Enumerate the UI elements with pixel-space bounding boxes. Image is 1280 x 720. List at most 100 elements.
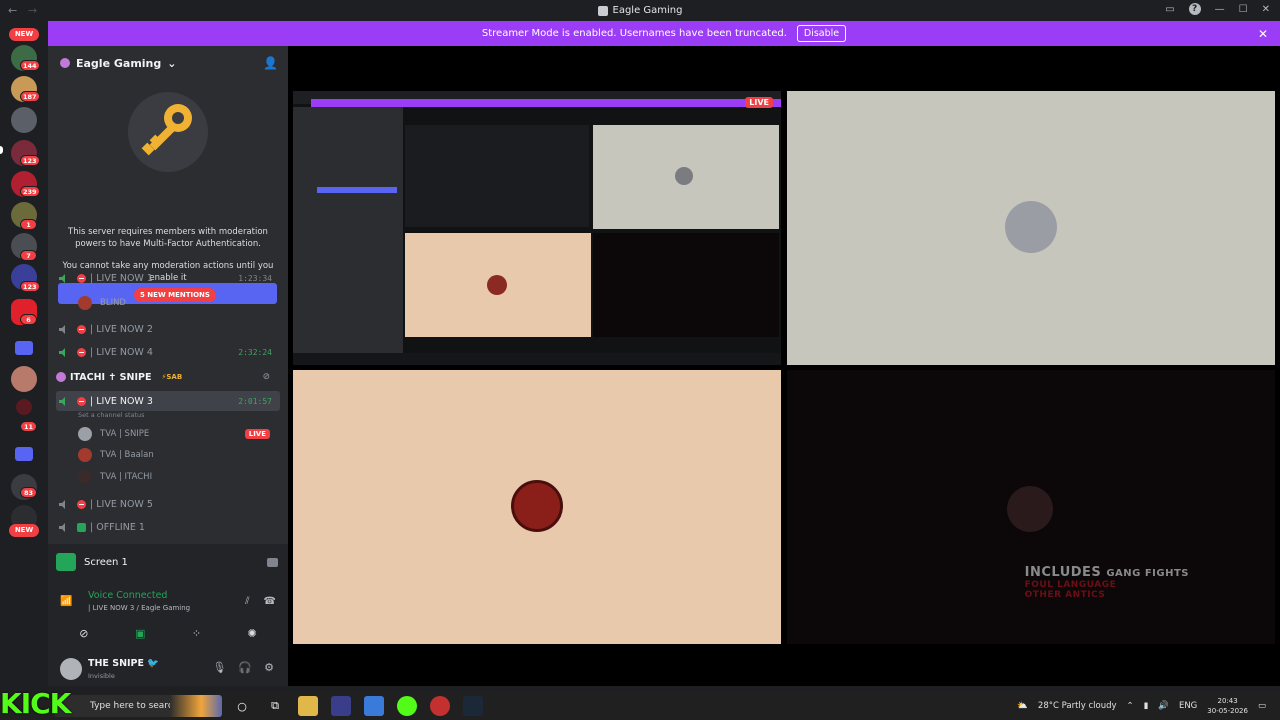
stop-share-icon[interactable] — [267, 557, 278, 567]
channel-status[interactable]: Set a channel status — [78, 411, 145, 419]
chevron-down-icon: ⌄ — [167, 56, 177, 70]
member-name: BLIND — [100, 298, 126, 308]
window-title-text: Eagle Gaming — [612, 5, 683, 16]
overlay-watermark: INCLUDES GANG FIGHTS FOUL LANGUAGE OTHER… — [1025, 565, 1189, 600]
voice-connected: 📶 Voice Connected | LIVE NOW 3 / Eagle G… — [56, 588, 280, 618]
streamer-mode-banner: Streamer Mode is enabled. Usernames have… — [48, 21, 1280, 46]
forward-arrow-icon[interactable]: → — [28, 4, 37, 17]
voice-channel-live-now-4[interactable]: | LIVE NOW 4 2:32:24 — [56, 342, 280, 362]
category-row[interactable]: ITACHI ✝ SNIPE ⚡SAB ⊘ — [56, 368, 280, 386]
speaker-icon — [58, 273, 69, 284]
weather-text[interactable]: 28°C Partly cloudy — [1038, 701, 1117, 711]
server-header[interactable]: Eagle Gaming ⌄ 👤 — [48, 46, 288, 80]
avatar — [487, 275, 507, 295]
mention-badge: 7 — [20, 250, 37, 261]
stream-tile-screen-share[interactable]: LIVE — [293, 91, 781, 365]
channel-name: | LIVE NOW 1 — [90, 272, 153, 284]
avatar — [675, 167, 693, 185]
voice-member[interactable]: TVA | Baalan — [78, 446, 280, 464]
stream-tile-user[interactable] — [293, 370, 781, 644]
disconnect-icon[interactable]: ☎ — [264, 596, 276, 607]
member-name: TVA | ITACHI — [100, 472, 153, 482]
invite-icon[interactable]: 👤 — [263, 56, 278, 70]
cortana-icon[interactable]: ○ — [232, 696, 252, 716]
notification-icon[interactable]: ▭ — [1258, 701, 1266, 711]
back-arrow-icon[interactable]: ← — [8, 4, 17, 17]
stream-tile-user[interactable]: INCLUDES GANG FIGHTS FOUL LANGUAGE OTHER… — [787, 370, 1275, 644]
stream-grid: LIVE INCLUDES GANG FIGHTS FOUL LANGUAGE … — [288, 46, 1280, 686]
no-entry-icon — [77, 347, 86, 357]
avatar — [78, 448, 92, 462]
weather-icon[interactable]: ⛅ — [1017, 701, 1028, 711]
speaker-icon — [58, 324, 69, 335]
close-window-button[interactable]: ✕ — [1262, 4, 1270, 15]
volume-icon[interactable]: 🔊 — [1158, 701, 1169, 711]
voice-status[interactable]: Voice Connected — [88, 590, 167, 601]
search-placeholder: Type here to search — [90, 701, 179, 711]
voice-channel-live-now-5[interactable]: | LIVE NOW 5 — [56, 494, 280, 514]
inbox-icon[interactable]: ▭ — [1165, 4, 1174, 15]
maximize-button[interactable]: ☐ — [1239, 4, 1248, 15]
microphone-icon[interactable]: 🎙 — [212, 661, 226, 674]
voice-channel-live-now-3[interactable]: | LIVE NOW 3 2:01:57 — [56, 391, 280, 411]
avatar — [1007, 486, 1053, 532]
mention-badge: 83 — [20, 487, 37, 498]
lang-indicator[interactable]: ENG — [1179, 701, 1197, 711]
chevron-up-icon[interactable]: ⌃ — [1127, 701, 1134, 711]
server-icon-11[interactable] — [16, 399, 32, 415]
member-name: TVA | SNIPE — [100, 429, 150, 439]
server-badge-icon — [60, 58, 70, 68]
channel-name: | LIVE NOW 4 — [90, 346, 153, 358]
folder-icon[interactable] — [15, 447, 33, 461]
voice-member[interactable]: TVA | SNIPE LIVE — [78, 425, 280, 443]
file-explorer-icon[interactable] — [298, 696, 318, 716]
category-tag: ⚡SAB — [161, 373, 183, 381]
new-mentions-pill[interactable]: 5 NEW MENTIONS — [134, 288, 216, 302]
screen-share-icon — [56, 553, 76, 571]
new-badge: NEW — [9, 28, 39, 41]
avatar[interactable] — [60, 658, 82, 680]
window-title: Eagle Gaming — [597, 5, 683, 16]
avatar — [78, 427, 92, 441]
server-icon-3[interactable] — [11, 107, 37, 133]
activities-icon[interactable]: ⁘ — [192, 627, 201, 640]
nested-banner — [311, 99, 781, 107]
voice-channel-live-now-2[interactable]: | LIVE NOW 2 — [56, 319, 280, 339]
gear-icon[interactable]: ⚙ — [264, 661, 274, 674]
kick-app-icon[interactable] — [397, 696, 417, 716]
screen-share-row[interactable]: Screen 1 — [56, 552, 280, 572]
help-icon[interactable]: ? — [1188, 3, 1201, 15]
server-icon-10[interactable] — [11, 366, 37, 392]
stream-tile-user[interactable] — [787, 91, 1275, 365]
minimize-button[interactable]: — — [1215, 4, 1225, 15]
voice-channel-offline-1[interactable]: | OFFLINE 1 — [56, 517, 280, 537]
folder-icon[interactable] — [15, 341, 33, 355]
voice-actions: ⊘ ▣ ⁘ ✺ — [56, 624, 280, 642]
recorder-icon[interactable] — [430, 696, 450, 716]
steam-icon[interactable] — [463, 696, 483, 716]
noise-suppression-icon[interactable]: ⫽ — [245, 596, 249, 607]
clock[interactable]: 20:43 30-05-2026 — [1207, 696, 1248, 716]
voice-channel-live-now-1[interactable]: | LIVE NOW 1 1:23:34 — [56, 272, 280, 284]
nested-resolve-button — [317, 187, 397, 193]
battery-icon[interactable]: ▮ — [1144, 701, 1149, 711]
headphones-icon[interactable]: 🎧 — [238, 661, 252, 674]
store-icon[interactable] — [364, 696, 384, 716]
server-icon — [597, 5, 608, 16]
soundboard-icon[interactable]: ✺ — [248, 627, 257, 640]
camera-off-icon[interactable]: ⊘ — [79, 627, 88, 640]
channel-name: | LIVE NOW 2 — [90, 323, 153, 335]
screen-share-button[interactable]: ▣ — [135, 627, 145, 640]
task-view-icon[interactable]: ⧉ — [265, 696, 285, 716]
speaker-icon — [58, 522, 69, 533]
taskbar-apps: ○ ⧉ — [232, 696, 483, 716]
voice-member[interactable]: TVA | ITACHI — [78, 468, 280, 486]
disable-button[interactable]: Disable — [796, 25, 847, 42]
close-icon[interactable]: ✕ — [1258, 27, 1268, 41]
clock-time: 20:43 — [1217, 697, 1238, 705]
mute-icon[interactable]: ⊘ — [262, 372, 270, 382]
chrome-icon[interactable] — [331, 696, 351, 716]
channel-timer: 2:32:24 — [238, 347, 272, 357]
signal-icon[interactable]: 📶 — [60, 596, 72, 608]
nested-grid — [405, 125, 779, 337]
